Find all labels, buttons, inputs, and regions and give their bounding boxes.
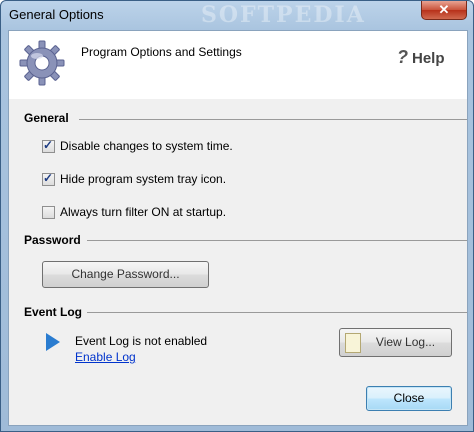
checkbox[interactable]: ✓ <box>42 138 55 153</box>
option-label: Disable changes to system time. <box>60 139 233 153</box>
watermark: SOFTPEDIA <box>201 2 366 28</box>
enable-log-link[interactable]: Enable Log <box>75 350 136 364</box>
option-label: Hide program system tray icon. <box>60 172 227 186</box>
title-bar[interactable]: General Options SOFTPEDIA ✕ <box>1 1 473 29</box>
section-general-divider <box>79 119 467 120</box>
section-eventlog-label: Event Log <box>24 305 83 319</box>
option-label: Always turn filter ON at startup. <box>60 205 227 219</box>
help-button[interactable]: ? Help <box>397 47 445 68</box>
window-close-button[interactable]: ✕ <box>421 1 467 20</box>
window-title: General Options <box>9 7 104 22</box>
help-label: Help <box>412 50 445 67</box>
header-title: Program Options and Settings <box>81 45 242 59</box>
close-icon: ✕ <box>438 2 450 17</box>
checkbox[interactable] <box>42 206 55 219</box>
close-button[interactable]: Close <box>366 386 452 411</box>
help-icon: ? <box>397 47 408 67</box>
section-eventlog-divider <box>87 312 467 313</box>
gear-icon <box>19 40 65 86</box>
header-panel: Program Options and Settings ? Help <box>9 31 467 99</box>
section-general-label: General <box>24 111 69 125</box>
section-password-divider <box>87 240 467 241</box>
view-log-label: View Log... <box>375 335 436 349</box>
view-log-button[interactable]: View Log... <box>339 328 452 357</box>
play-arrow-icon <box>46 333 60 351</box>
section-password-label: Password <box>24 233 81 247</box>
dialog-content: Program Options and Settings ? Help Gener… <box>8 30 468 426</box>
checkbox[interactable]: ✓ <box>42 171 55 186</box>
checkmark-icon: ✓ <box>43 171 54 185</box>
notepad-icon <box>345 333 361 353</box>
event-log-status: Event Log is not enabled <box>75 334 208 348</box>
checkmark-icon: ✓ <box>43 138 54 152</box>
change-password-button[interactable]: Change Password... <box>42 261 209 288</box>
dialog-window: General Options SOFTPEDIA ✕ Program Opti… <box>0 0 474 432</box>
